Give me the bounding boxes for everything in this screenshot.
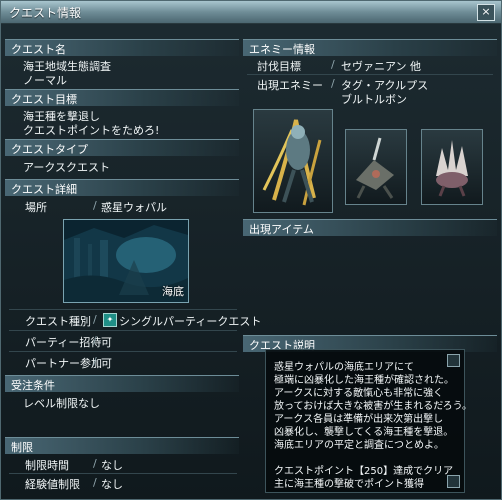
enemy-portrait-3[interactable] [421, 129, 483, 205]
window-title: クエスト情報 [9, 6, 82, 20]
scroll-up-button[interactable] [447, 354, 460, 367]
limits-header: 制限 [5, 437, 239, 454]
quest-kind-label: クエスト種別 [25, 315, 91, 328]
target-value: セヴァニアン 他 [341, 60, 422, 73]
area-thumbnail: 海底 [63, 219, 189, 303]
titlebar: クエスト情報 × [1, 1, 501, 24]
area-name: 海底 [162, 285, 184, 298]
appear-enemy-label: 出現エネミー [257, 79, 323, 92]
blutlbon-icon [436, 140, 468, 197]
quest-goal-header: クエスト目標 [5, 89, 239, 106]
partner-label: パートナー参加 [25, 357, 102, 370]
partner-value: 可 [101, 357, 112, 370]
items-header: 出現アイテム [243, 219, 497, 236]
exp-limit-value: なし [101, 478, 123, 491]
enemy-info-header: エネミー情報 [243, 39, 497, 56]
quest-type-header: クエストタイプ [5, 139, 239, 156]
order-conditions-value: レベル制限なし [23, 397, 100, 410]
location-value: 惑星ウォパル [101, 201, 167, 214]
reward-line2: 主に海王種の撃破でポイント獲得 [274, 479, 424, 490]
party-invite-label: パーティー招待 [25, 336, 102, 349]
quest-name-header: クエスト名 [5, 39, 239, 56]
tag-akulpus-icon [356, 137, 394, 199]
location-label: 場所 [25, 201, 47, 214]
exp-limit-label: 経験値制限 [25, 478, 80, 491]
appear-enemy-2: ブルトルボン [341, 93, 407, 106]
scroll-down-button[interactable] [447, 475, 460, 488]
close-button[interactable]: × [477, 4, 495, 21]
time-limit-value: なし [101, 459, 123, 472]
quest-info-window: クエスト情報 × クエスト名 海王地域生態調査 ノーマル クエスト目標 海王種を… [0, 0, 502, 500]
quest-kind-value: シングルパーティークエスト [119, 315, 262, 328]
party-invite-value: 可 [101, 336, 112, 349]
time-limit-label: 制限時間 [25, 459, 69, 472]
quest-difficulty: ノーマル [23, 74, 67, 87]
sea-dragon-enemy-icon [262, 119, 322, 206]
enemy-portrait-2[interactable] [345, 129, 407, 205]
single-party-icon: ✦ [103, 313, 117, 327]
enemy-portrait-boss[interactable] [253, 109, 333, 213]
quest-type-value: アークスクエスト [23, 161, 111, 174]
order-conditions-header: 受注条件 [5, 375, 239, 392]
quest-goal-line2: クエストポイントをためろ! [23, 124, 160, 137]
description-line: 海底エリアの平定と調査につとめよ。 [274, 440, 444, 451]
target-label: 討伐目標 [257, 60, 301, 73]
quest-detail-header: クエスト詳細 [5, 179, 239, 196]
quest-description-box: 惑星ウォパルの海底エリアにて 極端に凶暴化した海王種が確認された。 アークスに対… [265, 349, 472, 493]
